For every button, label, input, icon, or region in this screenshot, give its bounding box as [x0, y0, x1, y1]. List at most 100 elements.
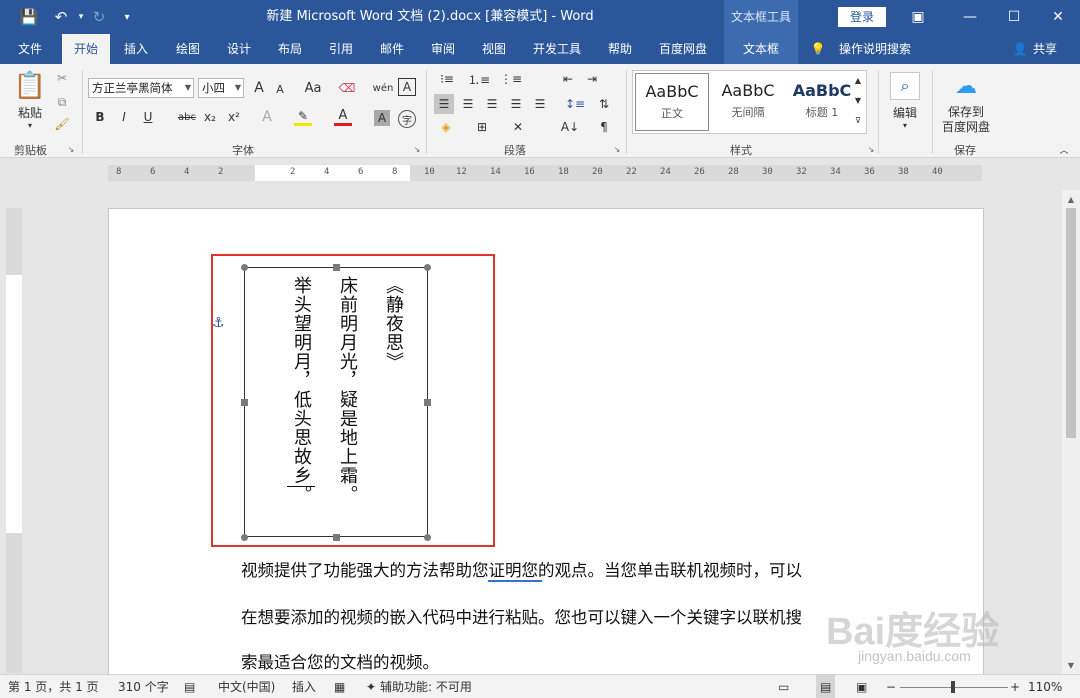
shading-icon[interactable]: ◈: [436, 118, 456, 136]
tab-help[interactable]: 帮助: [598, 34, 642, 64]
zoom-level[interactable]: 110%: [1028, 675, 1062, 698]
bullets-icon[interactable]: ⁝≡: [434, 70, 460, 88]
customize-toolbar-icon[interactable]: ▾: [112, 0, 142, 34]
minimize-icon[interactable]: —: [948, 0, 992, 34]
resize-handle[interactable]: [241, 264, 248, 271]
chinese-layout-icon[interactable]: ✕: [508, 118, 528, 136]
maximize-icon[interactable]: ☐: [992, 0, 1036, 34]
collapse-ribbon-icon[interactable]: ︿: [1058, 144, 1070, 156]
save-to-baidu-line2[interactable]: 百度网盘: [938, 119, 994, 134]
accessibility-status[interactable]: 辅助功能: 不可用: [380, 675, 472, 698]
print-layout-icon[interactable]: ▤: [816, 675, 836, 698]
clipboard-launcher-icon[interactable]: ↘: [66, 144, 76, 154]
format-painter-icon[interactable]: 🖌: [54, 116, 70, 132]
font-family-select[interactable]: 方正兰亭黑简体 ▼: [88, 78, 194, 98]
tab-insert[interactable]: 插入: [114, 34, 158, 64]
sort-icon[interactable]: ⇅: [594, 94, 614, 114]
insert-mode[interactable]: 插入: [292, 675, 316, 698]
character-border-icon[interactable]: A: [398, 78, 416, 96]
tab-mailings[interactable]: 邮件: [370, 34, 414, 64]
macro-icon[interactable]: ▦: [334, 675, 345, 698]
tab-home[interactable]: 开始: [62, 34, 110, 64]
save-to-baidu-line1[interactable]: 保存到: [938, 104, 994, 119]
multilevel-list-icon[interactable]: ⋮≡: [498, 70, 524, 88]
line-spacing-icon[interactable]: ↕≡: [562, 94, 588, 114]
horizontal-ruler[interactable]: [108, 165, 982, 181]
clear-format-icon[interactable]: ⌫: [338, 78, 356, 98]
zoom-out-icon[interactable]: −: [886, 675, 896, 698]
resize-handle[interactable]: [424, 399, 431, 406]
shrink-font-icon[interactable]: A: [272, 80, 288, 98]
grow-font-icon[interactable]: A: [250, 78, 268, 98]
text-effects-icon[interactable]: A: [258, 108, 276, 126]
close-icon[interactable]: ✕: [1036, 0, 1080, 34]
proofing-icon[interactable]: ▤: [184, 675, 195, 698]
ribbon-display-icon[interactable]: ▣: [896, 0, 940, 34]
borders-icon[interactable]: ⊞: [472, 118, 492, 136]
scrollbar-thumb[interactable]: [1066, 208, 1076, 438]
tab-references[interactable]: 引用: [319, 34, 363, 64]
redo-icon[interactable]: ↻: [84, 0, 114, 34]
editing-button[interactable]: 编辑: [886, 104, 924, 120]
paste-dropdown-icon[interactable]: ▾: [22, 120, 38, 130]
font-launcher-icon[interactable]: ↘: [412, 144, 422, 154]
login-button[interactable]: 登录: [838, 7, 886, 27]
distributed-icon[interactable]: ☰: [530, 94, 550, 114]
font-color-icon[interactable]: A: [334, 108, 352, 126]
highlight-icon[interactable]: ✎: [294, 108, 312, 126]
tell-me-search[interactable]: 操作说明搜索: [834, 34, 916, 64]
bold-icon[interactable]: B: [92, 108, 108, 126]
show-marks-icon[interactable]: ¶: [596, 118, 612, 136]
vertical-text-box[interactable]: 《静夜思》 床前明月光，疑是地上霜。 举头望明月，低头思故乡。: [244, 267, 428, 537]
decrease-indent-icon[interactable]: ⇤: [558, 70, 578, 88]
scroll-down-icon[interactable]: ▼: [1064, 658, 1078, 672]
resize-handle[interactable]: [333, 264, 340, 271]
style-heading-1[interactable]: AaBbC 标题 1: [785, 73, 859, 131]
phonetic-guide-icon[interactable]: wén: [372, 78, 394, 98]
styles-scroll-down-icon[interactable]: ▼: [852, 92, 864, 108]
zoom-in-icon[interactable]: +: [1010, 675, 1020, 698]
paste-icon[interactable]: 📋: [14, 70, 46, 102]
share-button[interactable]: 共享: [1030, 34, 1060, 64]
styles-launcher-icon[interactable]: ↘: [866, 144, 876, 154]
tab-view[interactable]: 视图: [472, 34, 516, 64]
styles-scroll-up-icon[interactable]: ▲: [852, 72, 864, 88]
align-center-icon[interactable]: ☰: [458, 94, 478, 114]
read-mode-icon[interactable]: ▭: [778, 675, 789, 698]
justify-icon[interactable]: ☰: [506, 94, 526, 114]
tab-review[interactable]: 审阅: [421, 34, 465, 64]
tab-design[interactable]: 设计: [217, 34, 261, 64]
resize-handle[interactable]: [241, 399, 248, 406]
underline-icon[interactable]: U: [140, 108, 156, 126]
enclose-characters-icon[interactable]: 字: [398, 110, 416, 128]
strikethrough-icon[interactable]: abc: [176, 108, 198, 126]
editing-dropdown-icon[interactable]: ▾: [900, 120, 910, 130]
scroll-up-icon[interactable]: ▲: [1064, 192, 1078, 206]
character-shading-icon[interactable]: A: [374, 110, 390, 126]
align-left-icon[interactable]: ☰: [434, 94, 454, 114]
save-icon[interactable]: 💾: [14, 0, 44, 34]
style-no-spacing[interactable]: AaBbC 无间隔: [711, 73, 785, 131]
resize-handle[interactable]: [241, 534, 248, 541]
sort-az-icon[interactable]: A↓: [560, 118, 580, 136]
numbering-icon[interactable]: ⒈≡: [466, 70, 492, 88]
tab-developer[interactable]: 开发工具: [526, 34, 588, 64]
increase-indent-icon[interactable]: ⇥: [582, 70, 602, 88]
paste-button[interactable]: 粘贴: [12, 104, 48, 120]
subscript-icon[interactable]: x₂: [202, 108, 218, 126]
tab-draw[interactable]: 绘图: [166, 34, 210, 64]
align-right-icon[interactable]: ☰: [482, 94, 502, 114]
word-count[interactable]: 310 个字: [118, 675, 169, 698]
paragraph-launcher-icon[interactable]: ↘: [612, 144, 622, 154]
resize-handle[interactable]: [333, 534, 340, 541]
resize-handle[interactable]: [424, 534, 431, 541]
resize-handle[interactable]: [424, 264, 431, 271]
superscript-icon[interactable]: x²: [226, 108, 242, 126]
font-size-select[interactable]: 小四 ▼: [198, 78, 244, 98]
baidu-cloud-icon[interactable]: ☁: [952, 72, 980, 100]
tab-file[interactable]: 文件: [8, 34, 52, 64]
zoom-slider-thumb[interactable]: [951, 681, 955, 693]
style-normal[interactable]: AaBbC 正文: [635, 73, 709, 131]
web-layout-icon[interactable]: ▣: [856, 675, 867, 698]
styles-more-icon[interactable]: ⊽: [852, 112, 864, 128]
